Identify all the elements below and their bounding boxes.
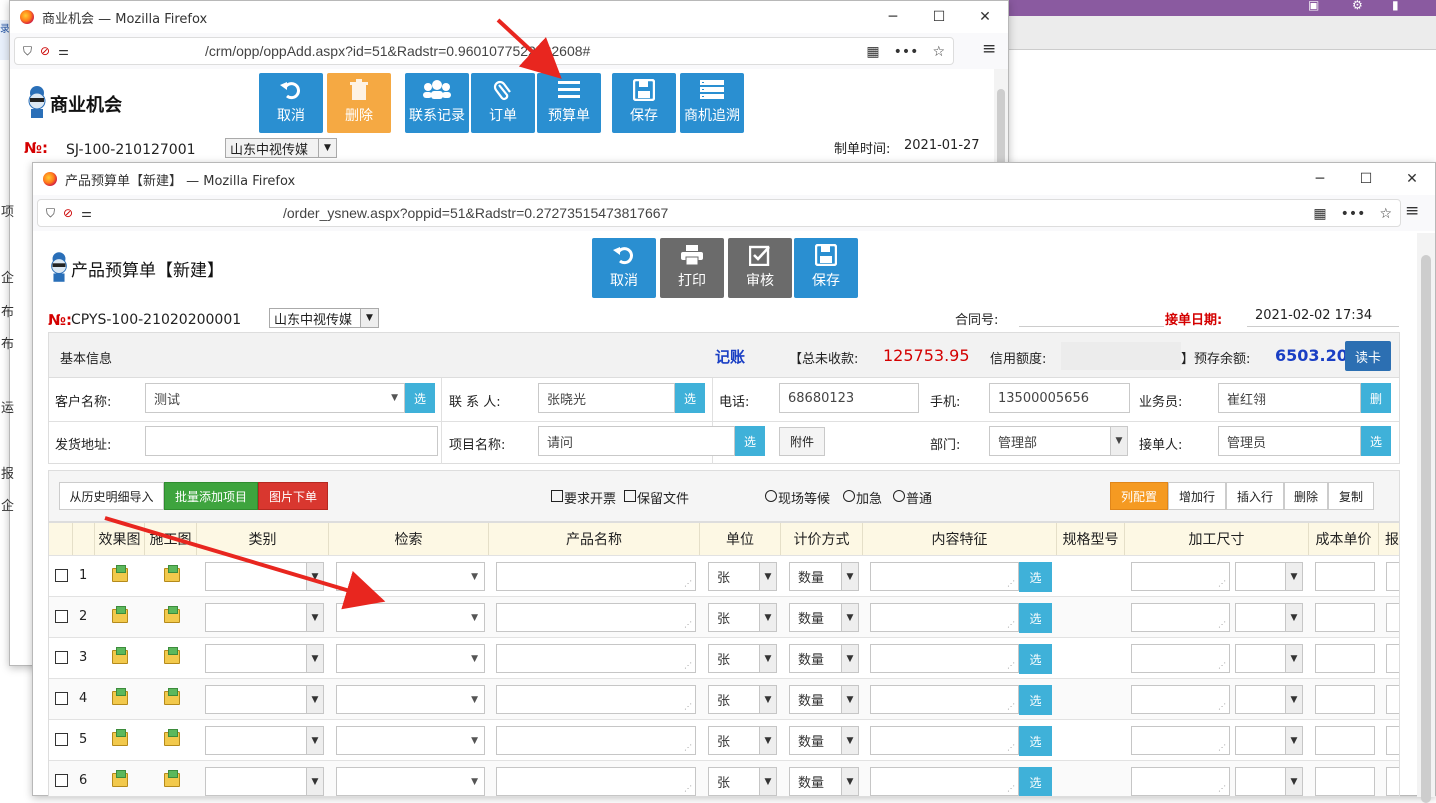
- annotation-arrow-to-budget: [496, 18, 562, 79]
- annotation-overlay: [104, 18, 562, 610]
- annotation-arrow-to-search: [104, 516, 386, 610]
